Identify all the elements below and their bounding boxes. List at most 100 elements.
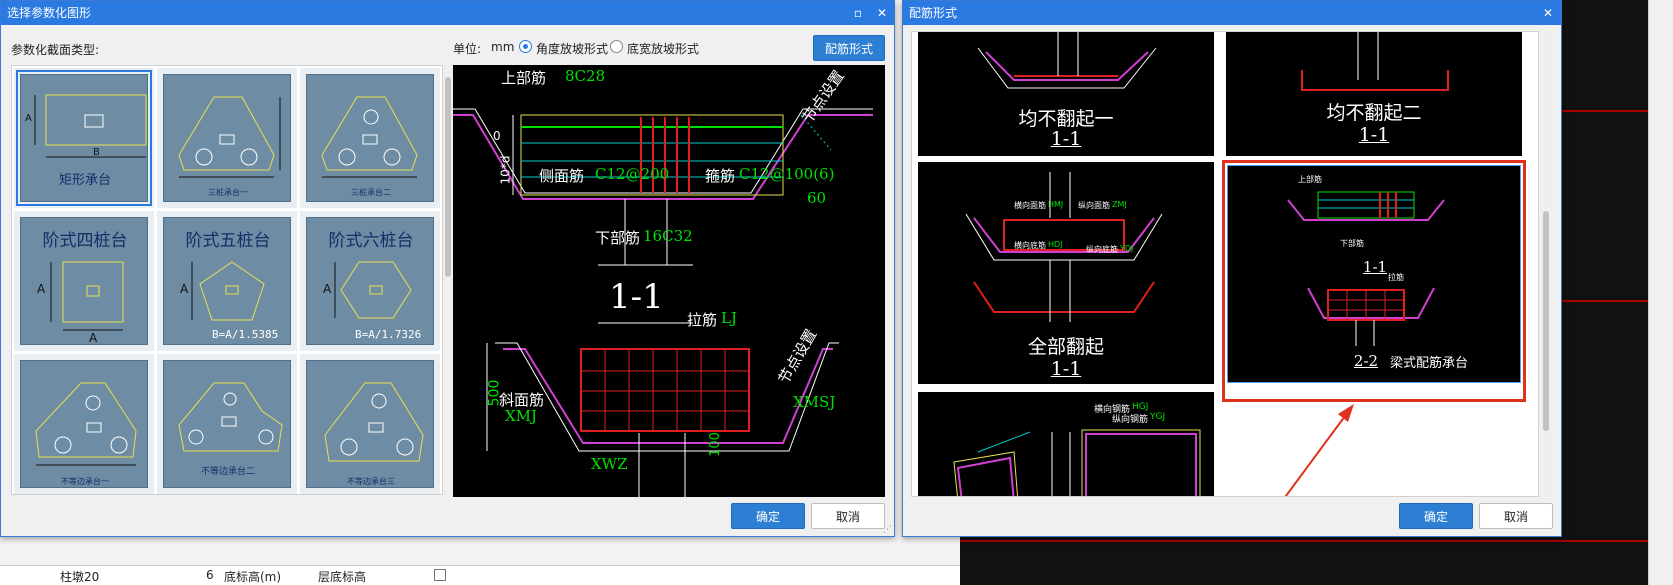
thumb-three-pile-1[interactable]: 三桩承台一 <box>157 68 297 208</box>
side-rebar-label: 侧面筋 <box>539 167 585 185</box>
xmsj-code[interactable]: XMSJ <box>793 393 835 411</box>
top-rebar-value[interactable]: 8C28 <box>565 67 605 85</box>
option-section: 1-1 <box>1362 258 1388 276</box>
preview-drawing <box>453 108 873 497</box>
close-icon[interactable]: ✕ <box>873 4 891 22</box>
option-no-bend-2[interactable]: 均不翻起二 1-1 <box>1226 32 1522 156</box>
rebar-form-dialog: 配筋形式 ✕ 均不翻起一 1-1 均不翻起二 1-1 横向面筋 HMJ 纵向面筋… <box>902 0 1562 537</box>
tmj-code: HMJ <box>1048 200 1064 209</box>
select-parametric-dialog: 选择参数化图形 ▫ ✕ 参数化截面类型: 单位: mm 角度放坡形式 底宽放坡形… <box>0 0 895 537</box>
thumb-three-pile-2[interactable]: 三桩承台二 <box>300 68 440 208</box>
thumb-unequal-cap-1[interactable]: 不等边承台一 <box>14 354 154 494</box>
cancel-button[interactable]: 取消 <box>811 503 885 529</box>
formula-label: B=A/1.5385 <box>212 328 279 341</box>
thumb-image: 矩形承台 A B <box>16 70 152 206</box>
row-label: 底标高(m) <box>224 570 282 584</box>
dim-100[interactable]: 100 <box>708 432 723 457</box>
section-type-label: 参数化截面类型: <box>11 43 100 57</box>
ydj-code: YDJ <box>1120 244 1134 253</box>
stirrup-value[interactable]: C12@100(6) <box>739 165 834 183</box>
rebar-option-list: 均不翻起一 1-1 均不翻起二 1-1 横向面筋 HMJ 纵向面筋 ZMJ 横向… <box>911 31 1539 497</box>
option-all-bend[interactable]: 横向面筋 HMJ 纵向面筋 ZMJ 横向底筋 HDJ 纵向底筋 YDJ 全部翻起… <box>918 162 1214 384</box>
xwz-code[interactable]: XWZ <box>591 455 628 473</box>
bottom-rebar-value[interactable]: 16C32 <box>643 227 693 245</box>
slope-rebar-code[interactable]: XMJ <box>505 407 537 425</box>
radio-width-label[interactable]: 底宽放坡形式 <box>627 40 699 57</box>
dim-b: B <box>93 147 100 158</box>
option-label: 梁式配筋承台 <box>1390 356 1469 371</box>
radio-width-button[interactable] <box>610 40 623 53</box>
thumb-stepped-four-pile[interactable]: 阶式四桩台 A A <box>14 211 154 351</box>
option-no-bend-1[interactable]: 均不翻起一 1-1 <box>918 32 1214 156</box>
thumb-label: 不等边承台二 <box>200 467 255 477</box>
option-section: 1-1 <box>1050 128 1082 150</box>
thumb-image: 不等边承台二 <box>163 360 291 488</box>
formula-label: B=A/1.7326 <box>355 328 422 341</box>
grid-line <box>960 540 1673 542</box>
option-beam-cap-highlight[interactable]: 上部筋 下部筋 1-1 拉筋 2-2 梁式配筋承台 <box>1222 160 1526 402</box>
dim-zero: 0 <box>493 129 501 143</box>
radio-angle-label[interactable]: 角度放坡形式 <box>536 40 608 57</box>
top-rebar-label: 上部筋 <box>501 69 547 87</box>
transverse-bottom-label: 横向底筋 <box>1014 241 1046 250</box>
unit-label: 单位: <box>453 42 482 56</box>
zmj-code: ZMJ <box>1112 200 1127 209</box>
option-label: 全部翻起 <box>1027 336 1104 358</box>
longitudinal-rebar-label: 纵向钢筋 <box>1112 415 1149 425</box>
row-checkbox[interactable] <box>434 569 446 581</box>
tie-rebar-label: 拉筋 <box>687 311 718 329</box>
section-preview: 上部筋 8C28 节点设置 0 10*d 侧面筋 C12@200 箍筋 C12@… <box>453 65 885 497</box>
thumb-rect-cap[interactable]: 矩形承台 A B <box>14 68 154 208</box>
thumbnail-grid: 矩形承台 A B 三桩承台一 三桩承台二 阶式四桩台 A A 阶式五桩台 A B… <box>11 65 443 495</box>
thumbnail-scrollbar[interactable] <box>444 65 452 495</box>
ygj-code: YGJ <box>1150 412 1166 422</box>
section-11-title: 1-1 <box>609 277 664 317</box>
tie-small-label: 拉筋 <box>1388 273 1404 282</box>
option-list-scrollbar[interactable] <box>1541 31 1551 497</box>
close-icon[interactable]: ✕ <box>1539 4 1557 22</box>
dim-a: A <box>180 282 189 296</box>
hdj-code: HDJ <box>1048 240 1063 249</box>
ok-button[interactable]: 确定 <box>731 503 805 529</box>
option-beam-cap[interactable]: 上部筋 下部筋 1-1 拉筋 2-2 梁式配筋承台 <box>1227 165 1521 383</box>
thumb-image: 阶式五桩台 A B=A/1.5385 <box>163 217 291 345</box>
thumb-image: 阶式六桩台 A B=A/1.7326 <box>306 217 434 345</box>
side-rebar-value[interactable]: C12@200 <box>595 165 669 183</box>
thumb-label: 阶式四桩台 <box>42 231 128 251</box>
dialog-titlebar: 选择参数化图形 ▫ ✕ <box>1 1 894 25</box>
scrollbar-thumb[interactable] <box>1543 211 1549 431</box>
option-drawing <box>953 429 1201 496</box>
thumb-unequal-cap-2[interactable]: 不等边承台二 <box>157 354 297 494</box>
dialog-titlebar: 配筋形式 ✕ <box>903 1 1561 25</box>
background-property-row: 柱墩20 6 底标高(m) 层底标高 <box>0 565 960 585</box>
bottom-rebar-small-label: 下部筋 <box>1340 239 1364 248</box>
cancel-button[interactable]: 取消 <box>1479 503 1553 529</box>
ok-button[interactable]: 确定 <box>1399 503 1473 529</box>
thumb-image: 三桩承台一 <box>163 74 291 202</box>
thumb-stepped-six-pile[interactable]: 阶式六桩台 A B=A/1.7326 <box>300 211 440 351</box>
option-partial-5[interactable]: 横向钢筋 HGJ 纵向钢筋 YGJ <box>918 392 1214 496</box>
thumb-stepped-five-pile[interactable]: 阶式五桩台 A B=A/1.5385 <box>157 211 297 351</box>
thumb-image: 不等边承台一 <box>20 360 148 488</box>
angle-value[interactable]: 60 <box>807 189 826 207</box>
row-number: 6 <box>206 568 214 582</box>
dim-a: A <box>25 113 32 124</box>
thumb-unequal-cap-3[interactable]: 不等边承台三 <box>300 354 440 494</box>
radio-angle-button[interactable] <box>519 40 532 53</box>
top-rebar-small-label: 上部筋 <box>1298 175 1322 184</box>
dim-a: A <box>323 282 332 296</box>
scrollbar-thumb[interactable] <box>445 77 451 277</box>
unequal-cap-diagram <box>35 382 137 466</box>
tie-rebar-value[interactable]: LJ <box>721 309 737 327</box>
option-label: 均不翻起一 <box>1018 108 1114 130</box>
longitudinal-bottom-label: 纵向底筋 <box>1086 245 1118 254</box>
dim-10d: 10*d <box>498 155 513 185</box>
thumb-image: 阶式四桩台 A A <box>20 217 148 345</box>
resize-grip-icon[interactable]: ⋰ <box>883 525 892 535</box>
rebar-form-button[interactable]: 配筋形式 <box>813 35 885 61</box>
annotation-arrow-icon <box>1284 404 1354 496</box>
hgj-code: HGJ <box>1132 402 1149 412</box>
maximize-icon[interactable]: ▫ <box>849 4 867 22</box>
row-partial-label: 柱墩20 <box>60 570 100 584</box>
transverse-top-label: 横向面筋 <box>1014 201 1046 210</box>
